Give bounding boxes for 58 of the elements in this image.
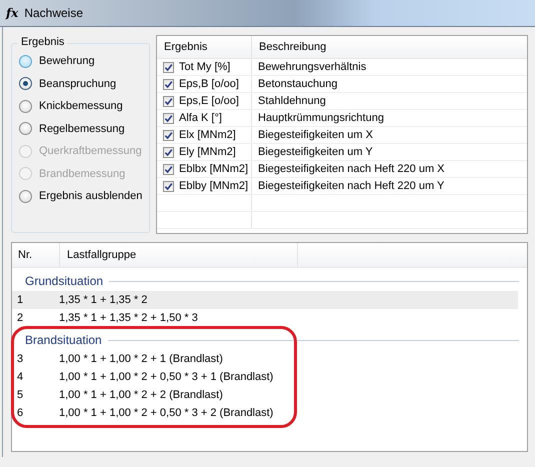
radio-option: Querkraftbemessung (19, 140, 149, 162)
column-header[interactable]: Lastfallgruppe (59, 243, 296, 267)
table-cell: Elx [MNm2] (179, 129, 236, 141)
checkbox[interactable] (163, 164, 174, 174)
row-text: 1,00 * 1 + 1,00 * 2 + 2 (Brandlast) (59, 389, 224, 401)
table-cell: Biegesteifigkeiten nach Heft 220 um X (258, 163, 445, 175)
row-number: 6 (16, 407, 24, 419)
row-text: 1,35 * 1 + 1,35 * 2 + 1,50 * 3 (59, 312, 199, 324)
table-cell: Stahldehnung (258, 95, 326, 107)
radio-option[interactable]: Beanspruchung (19, 72, 149, 95)
table-cell: Eps,E [o/oo] (179, 95, 239, 107)
column-header[interactable]: Beschreibung (252, 36, 527, 58)
list-row[interactable]: 1 1,35 * 1 + 1,35 * 2 (12, 291, 518, 309)
list-row[interactable]: 4 1,00 * 1 + 1,00 * 2 + 0,50 * 3 + 1 (Brandlast) (12, 368, 518, 386)
checkbox[interactable] (163, 130, 174, 140)
group-header: Grundsituation (25, 274, 104, 288)
table-cell: Eps,B [o/oo] (179, 78, 239, 90)
table-cell: Tot My [%] (179, 61, 230, 73)
row-text: 1,00 * 1 + 1,00 * 2 + 1 (Brandlast) (59, 353, 224, 365)
table-cell: Biegesteifigkeiten um Y (258, 146, 373, 158)
row-number: 5 (16, 389, 24, 401)
window-title: Nachweise (24, 6, 84, 20)
row-number: 2 (16, 312, 24, 324)
checkbox[interactable] (163, 112, 174, 124)
table-cell: Eblbx [MNm2] (179, 163, 248, 175)
column-header[interactable]: Ergebnis (157, 36, 252, 58)
list-row[interactable]: 2 1,35 * 1 + 1,35 * 2 + 1,50 * 3 (12, 309, 518, 327)
checkbox[interactable] (163, 96, 174, 106)
column-header[interactable]: Nr. (12, 243, 59, 267)
table-cell: Eblby [MNm2] (179, 180, 248, 192)
row-number: 3 (16, 353, 24, 365)
row-text: 1,35 * 1 + 1,35 * 2 (59, 294, 148, 306)
table-cell: Ely [MNm2] (179, 146, 236, 158)
row-text: 1,00 * 1 + 1,00 * 2 + 0,50 * 3 + 1 (Brandlast) (59, 371, 274, 383)
list-row[interactable]: 6 1,00 * 1 + 1,00 * 2 + 0,50 * 3 + 2 (Brandlast) (12, 404, 518, 422)
checkbox[interactable] (163, 78, 174, 90)
radio-option[interactable]: Bewehrung (19, 50, 149, 72)
list-row[interactable]: 5 1,00 * 1 + 1,00 * 2 + 2 (Brandlast) (12, 386, 518, 404)
row-text: 1,00 * 1 + 1,00 * 2 + 0,50 * 3 + 2 (Brandlast) (59, 407, 274, 419)
group-title: Ergebnis (18, 36, 68, 48)
function-icon: fx (6, 6, 18, 20)
row-number: 4 (16, 371, 24, 383)
radio-option[interactable]: Ergebnis ausblenden (19, 185, 149, 208)
table-cell: Biegesteifigkeiten um X (258, 129, 373, 141)
radio-option: Brandbemessung (19, 162, 149, 185)
list-row[interactable]: 3 1,00 * 1 + 1,00 * 2 + 1 (Brandlast) (12, 350, 518, 368)
group-header: Brandsituation (25, 333, 102, 347)
checkbox[interactable] (163, 146, 174, 158)
table-cell: Betonstauchung (258, 78, 338, 90)
table-cell: Biegesteifigkeiten nach Heft 220 um Y (258, 180, 444, 192)
checkbox[interactable] (163, 180, 174, 192)
row-number: 1 (16, 294, 24, 306)
radio-option[interactable]: Regelbemessung (19, 118, 149, 140)
table-cell: Bewehrungsverhältnis (258, 61, 366, 73)
table-cell: Alfa K [°] (179, 112, 222, 124)
checkbox[interactable] (163, 62, 174, 72)
radio-option[interactable]: Knickbemessung (19, 95, 149, 118)
table-cell: Hauptkrümmungsrichtung (258, 112, 384, 124)
